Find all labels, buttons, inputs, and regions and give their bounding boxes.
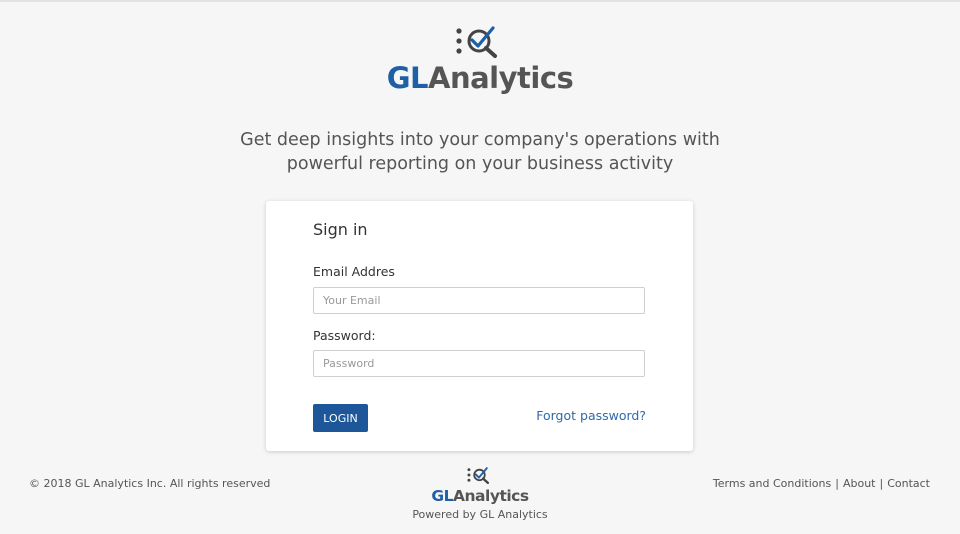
brand-name: GLAnalytics [0, 62, 960, 94]
magnifier-check-icon [456, 26, 497, 58]
email-field[interactable] [313, 287, 645, 314]
contact-link[interactable]: Contact [887, 477, 930, 490]
footer-brand-analytics: Analytics [453, 487, 529, 505]
signin-card: Sign in Email Addres Password: LOGIN For… [266, 201, 693, 451]
terms-link[interactable]: Terms and Conditions [713, 477, 831, 490]
powered-by-text: Powered by GL Analytics [412, 508, 548, 521]
about-link[interactable]: About [843, 477, 876, 490]
email-label: Email Addres [313, 264, 395, 279]
footer-separator: | [835, 477, 839, 490]
magnifier-check-icon [467, 467, 490, 485]
forgot-password-link[interactable]: Forgot password? [536, 408, 646, 423]
brand-gl: GL [386, 61, 429, 95]
header-logo: GLAnalytics [0, 24, 960, 94]
password-field[interactable] [313, 350, 645, 377]
password-label: Password: [313, 328, 376, 343]
tagline-line-1: Get deep insights into your company's op… [240, 130, 720, 150]
footer-brand-gl: GL [431, 487, 454, 505]
brand-analytics: Analytics [428, 61, 574, 95]
footer-logo: GLAnalytics Powered by GL Analytics [0, 466, 960, 521]
tagline-line-2: powerful reporting on your business acti… [286, 154, 674, 174]
login-button[interactable]: LOGIN [313, 404, 368, 432]
footer-separator: | [879, 477, 884, 490]
tagline: Get deep insights into your company's op… [0, 128, 960, 176]
footer-links: Terms and Conditions | About | Contact [713, 477, 930, 490]
signin-title: Sign in [313, 220, 368, 239]
